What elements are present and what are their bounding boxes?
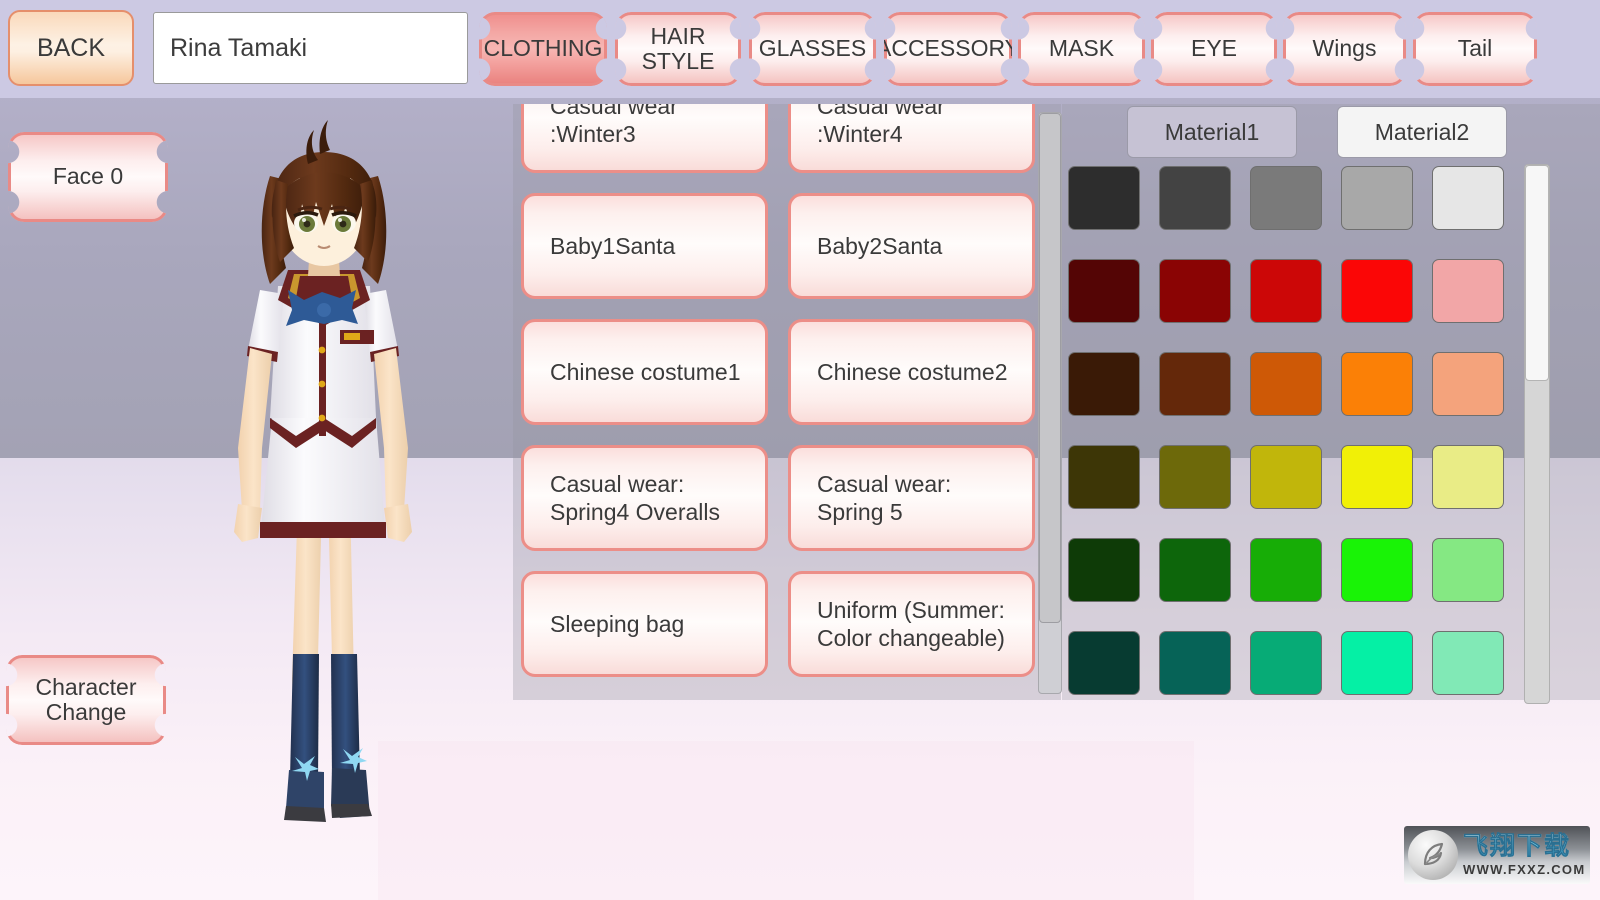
tab-label: HAIR STYLE	[641, 22, 715, 74]
color-swatch-r5-c3[interactable]	[1341, 631, 1413, 695]
color-swatch-r5-c0[interactable]	[1068, 631, 1140, 695]
material-tab-label: Material2	[1374, 118, 1470, 145]
color-swatch-r0-c1[interactable]	[1159, 166, 1231, 230]
clothing-item-8[interactable]: Sleeping bag	[521, 571, 768, 677]
color-swatch-r1-c2[interactable]	[1250, 259, 1322, 323]
bottom-translucent-panel	[378, 741, 1194, 900]
face-button-label: Face 0	[52, 163, 124, 190]
color-swatch-r1-c1[interactable]	[1159, 259, 1231, 323]
color-swatch-r4-c4[interactable]	[1432, 538, 1504, 602]
color-swatch-r0-c4[interactable]	[1432, 166, 1504, 230]
color-palette-scrollbar[interactable]	[1524, 164, 1550, 704]
material-tab-2[interactable]: Material2	[1337, 106, 1507, 158]
clothing-item-1[interactable]: Casual wear:Winter4	[788, 104, 1035, 173]
clothing-item-label: Casual wear: Spring4 Overalls	[550, 470, 721, 525]
character-svg	[234, 120, 412, 822]
material-tab-1[interactable]: Material1	[1127, 106, 1297, 158]
color-swatch-r1-c4[interactable]	[1432, 259, 1504, 323]
color-swatch-r1-c0[interactable]	[1068, 259, 1140, 323]
color-swatch-r5-c4[interactable]	[1432, 631, 1504, 695]
watermark-cn-text: 飞翔下载	[1463, 833, 1585, 859]
clothing-item-label: Casual wear:Winter3	[550, 104, 678, 147]
color-swatch-r4-c0[interactable]	[1068, 538, 1140, 602]
clothing-item-4[interactable]: Chinese costume1	[521, 319, 768, 425]
character-model[interactable]	[200, 118, 470, 828]
face-button[interactable]: Face 0	[8, 132, 168, 222]
material-tab-label: Material1	[1164, 118, 1260, 145]
character-change-button[interactable]: Character Change	[6, 655, 166, 745]
feather-logo-icon	[1423, 842, 1444, 866]
clothing-list-grid: Casual wear:Winter3 Casual wear:Winter4 Ba…	[521, 104, 1035, 677]
tab-label: Tail	[1457, 35, 1493, 62]
clothing-item-7[interactable]: Casual wear: Spring 5	[788, 445, 1035, 551]
color-swatch-r5-c2[interactable]	[1250, 631, 1322, 695]
clothing-item-label: Casual wear:Winter4	[817, 104, 945, 147]
tab-mask[interactable]: MASK	[1018, 12, 1145, 86]
watermark-logo-icon	[1408, 830, 1458, 880]
tab-glasses[interactable]: GLASSES	[749, 12, 876, 86]
tab-label: ACCESSORY	[876, 35, 1021, 62]
character-change-label: Character Change	[35, 673, 137, 725]
clothing-item-9[interactable]: Uniform (Summer: Color changeable)	[788, 571, 1035, 677]
clothing-item-3[interactable]: Baby2Santa	[788, 193, 1035, 299]
back-button[interactable]: BACK	[8, 10, 134, 86]
tab-eye[interactable]: EYE	[1151, 12, 1277, 86]
color-swatch-r1-c3[interactable]	[1341, 259, 1413, 323]
clothing-item-label: Casual wear: Spring 5	[817, 470, 952, 525]
top-toolbar: BACK Rina Tamaki CLOTHING HAIR STYLE GLASSE…	[0, 0, 1600, 98]
color-swatch-r3-c0[interactable]	[1068, 445, 1140, 509]
color-swatch-r3-c3[interactable]	[1341, 445, 1413, 509]
clothing-item-label: Chinese costume1	[550, 358, 741, 385]
color-swatch-r0-c0[interactable]	[1068, 166, 1140, 230]
clothing-item-label: Baby2Santa	[817, 232, 943, 259]
color-palette-scrollbar-thumb[interactable]	[1525, 165, 1549, 381]
tab-label: MASK	[1048, 35, 1115, 62]
color-swatch-r2-c3[interactable]	[1341, 352, 1413, 416]
watermark-url-text: WWW.FXXZ.COM	[1463, 861, 1586, 877]
color-swatch-r0-c2[interactable]	[1250, 166, 1322, 230]
clothing-list-panel[interactable]: Casual wear:Winter3 Casual wear:Winter4 Ba…	[513, 104, 1061, 700]
color-swatch-r4-c3[interactable]	[1341, 538, 1413, 602]
color-swatch-r4-c1[interactable]	[1159, 538, 1231, 602]
color-swatch-r3-c1[interactable]	[1159, 445, 1231, 509]
watermark-text: 飞翔下载 WWW.FXXZ.COM	[1463, 833, 1586, 877]
color-swatch-r3-c4[interactable]	[1432, 445, 1504, 509]
color-swatch-r2-c1[interactable]	[1159, 352, 1231, 416]
clothing-item-label: Baby1Santa	[550, 232, 676, 259]
color-swatch-r2-c2[interactable]	[1250, 352, 1322, 416]
tab-wings[interactable]: Wings	[1283, 12, 1406, 86]
color-swatch-grid[interactable]	[1068, 166, 1514, 700]
clothing-item-label: Chinese costume2	[817, 358, 1008, 385]
character-name-input[interactable]: Rina Tamaki	[153, 12, 468, 84]
clothing-item-6[interactable]: Casual wear: Spring4 Overalls	[521, 445, 768, 551]
clothing-item-label: Sleeping bag	[550, 610, 685, 637]
clothing-list-scrollbar[interactable]	[1038, 112, 1062, 694]
clothing-item-5[interactable]: Chinese costume2	[788, 319, 1035, 425]
tab-accessory[interactable]: ACCESSORY	[876, 12, 1020, 86]
tab-label: Wings	[1312, 35, 1377, 62]
tab-clothing[interactable]: CLOTHING	[479, 12, 607, 86]
tab-hair-style[interactable]: HAIR STYLE	[615, 12, 741, 86]
watermark: 飞翔下载 WWW.FXXZ.COM	[1404, 826, 1590, 884]
clothing-item-0[interactable]: Casual wear:Winter3	[521, 104, 768, 173]
color-swatch-r5-c1[interactable]	[1159, 631, 1231, 695]
tab-label: GLASSES	[758, 35, 867, 62]
color-swatch-r3-c2[interactable]	[1250, 445, 1322, 509]
clothing-item-label: Uniform (Summer: Color changeable)	[817, 596, 1005, 651]
color-swatch-r4-c2[interactable]	[1250, 538, 1322, 602]
tab-label: CLOTHING	[483, 35, 603, 62]
clothing-item-2[interactable]: Baby1Santa	[521, 193, 768, 299]
color-swatch-r2-c4[interactable]	[1432, 352, 1504, 416]
color-swatch-r2-c0[interactable]	[1068, 352, 1140, 416]
tab-label: EYE	[1190, 35, 1238, 62]
color-swatch-r0-c3[interactable]	[1341, 166, 1413, 230]
tab-tail[interactable]: Tail	[1413, 12, 1537, 86]
clothing-list-scrollbar-thumb[interactable]	[1039, 113, 1061, 623]
